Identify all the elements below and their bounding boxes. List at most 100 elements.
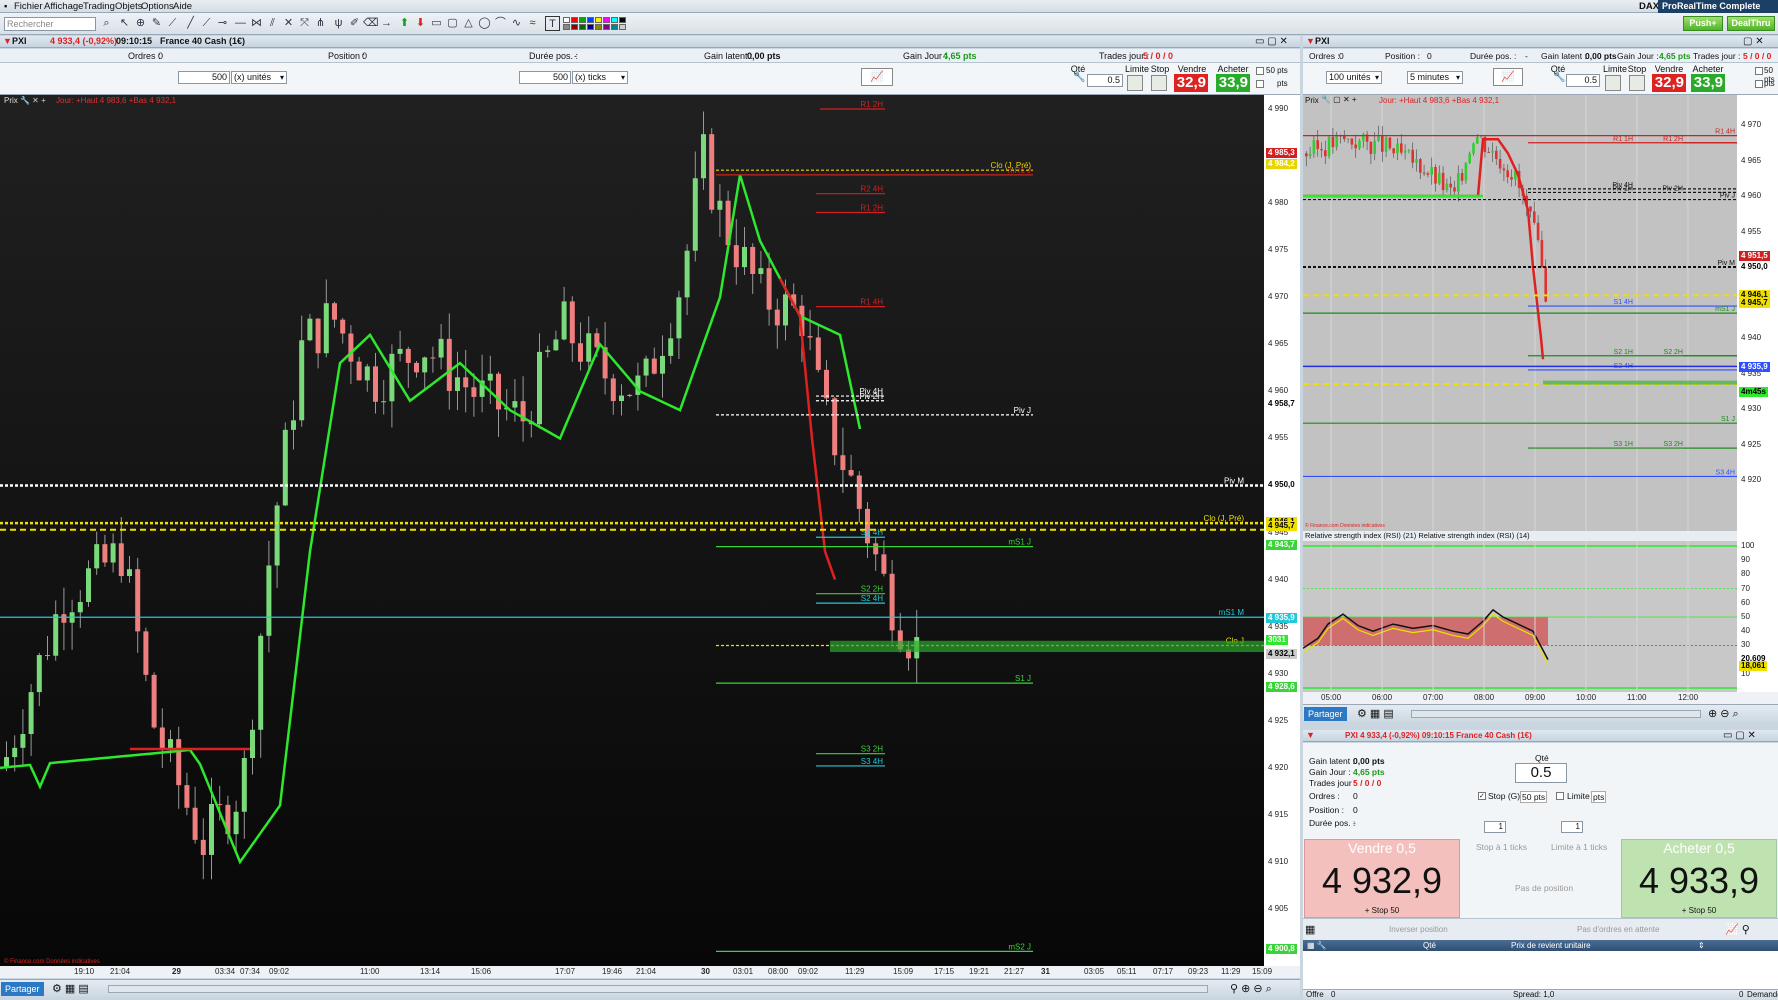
pitchfork-icon[interactable]: ψ (331, 16, 346, 31)
ticket-qte-input[interactable]: 0.5 (1515, 763, 1567, 783)
left-unit2-select[interactable]: (x) ticks (572, 71, 628, 84)
ticket-sell-box[interactable]: Vendre 0,5 4 932,9 + Stop 50 (1304, 839, 1460, 918)
right-stop-button[interactable] (1629, 75, 1645, 91)
color-red-swatch[interactable] (571, 17, 578, 23)
ticket-step2-input[interactable]: 1 (1561, 821, 1583, 833)
left-buy-button[interactable]: 33,9 (1216, 74, 1250, 92)
color-grey-swatch[interactable] (563, 24, 570, 30)
arc-icon[interactable]: ⌒ (493, 16, 508, 31)
right-price-chart-svg[interactable]: R1 4HR1 1H R1 2HPiv 4HPiv 1H Piv 2HPiv JPi… (1303, 95, 1737, 531)
gann-icon[interactable]: ✕ (281, 16, 296, 31)
right-x-axis[interactable]: 05:00 06:00 07:00 08:00 09:00 10:00 11:00 12:00 (1303, 692, 1778, 704)
color-yellow-swatch[interactable] (595, 17, 602, 23)
right-qte-input[interactable]: 0.5 (1566, 74, 1600, 87)
right-window-controls[interactable]: ▢ ✕ (1743, 36, 1764, 47)
arrow-right-icon[interactable]: → (379, 16, 394, 31)
color-cyan-swatch[interactable] (611, 17, 618, 23)
left-scrollbar[interactable] (108, 985, 1208, 993)
left-unit1-select[interactable]: (x) unités (231, 71, 287, 84)
curve-icon[interactable]: ∿ (509, 16, 524, 31)
ticket-limite-ticks[interactable]: Limite à 1 ticks (1551, 842, 1607, 852)
ticket-sell-price[interactable]: 4 932,9 (1305, 860, 1459, 902)
ticket-stop-checkbox[interactable]: ✓ (1478, 792, 1486, 800)
color-purple-swatch[interactable] (603, 24, 610, 30)
hline-icon[interactable]: ⊸ (215, 16, 230, 31)
menu-options[interactable]: Options (141, 1, 174, 12)
left-qte-input[interactable]: 0.5 (1087, 74, 1123, 87)
ticket-step1-input[interactable]: 1 (1484, 821, 1506, 833)
ticket-chart-icons[interactable]: 📈 ⚲ (1725, 923, 1750, 936)
left-qty2-input[interactable]: 500 (519, 71, 571, 84)
horizontal-line-icon[interactable]: — (233, 16, 248, 31)
left-chart[interactable]: R1 2H mR1 J R2 4H Clo (J, Pré) R1 2H R1 4H Piv… (0, 95, 1264, 966)
left-pts-checkbox[interactable] (1256, 80, 1264, 88)
color-green-swatch[interactable] (579, 17, 586, 23)
color-darkgreen-swatch[interactable] (579, 24, 586, 30)
menu-affichage[interactable]: Affichage (44, 1, 83, 12)
right-symbol[interactable]: PXI (1315, 36, 1330, 47)
menu-fichier[interactable]: Fichier (14, 1, 43, 12)
rect-tool-icon[interactable]: ▢ (445, 16, 460, 31)
cross-icon[interactable]: ⤧ (297, 16, 312, 31)
line-icon[interactable]: ╱ (183, 16, 198, 31)
color-black-swatch[interactable] (619, 17, 626, 23)
ticket-buy-price[interactable]: 4 933,9 (1622, 860, 1776, 902)
left-limite-button[interactable] (1127, 75, 1143, 91)
left-qty1-input[interactable]: 500 (178, 71, 230, 84)
menu-aide[interactable]: Aide (173, 1, 192, 12)
left-window-controls[interactable]: ▭ ▢ ✕ (1255, 36, 1288, 47)
trendline-icon[interactable]: ⟋ (199, 16, 214, 31)
ticket-stop-pts-input[interactable]: 50 pts (1520, 791, 1548, 803)
right-legend-icons[interactable]: 🔧 ▢ ✕ + (1321, 95, 1357, 104)
search-icon[interactable]: ⌕ (99, 16, 114, 31)
arrow-down-icon[interactable]: ⬇ (413, 16, 428, 31)
color-blue-swatch[interactable] (587, 17, 594, 23)
right-partager-button[interactable]: Partager (1304, 707, 1347, 721)
right-chart-type-icon[interactable]: 📈 (1493, 68, 1523, 86)
left-wrench-icon[interactable]: 🔧 (1073, 72, 1086, 85)
search-input[interactable]: Rechercher (4, 17, 96, 31)
fibo-icon[interactable]: ⋈ (249, 16, 264, 31)
color-darkred-swatch[interactable] (571, 24, 578, 30)
right-scrollbar[interactable] (1411, 710, 1701, 718)
color-magenta-swatch[interactable] (603, 17, 610, 23)
ticket-stop-ticks[interactable]: Stop à 1 ticks (1476, 842, 1527, 852)
ticket-buy-box[interactable]: Acheter 0,5 4 933,9 + Stop 50 (1621, 839, 1777, 918)
ticket-window-controls[interactable]: ▭ ▢ ✕ (1723, 730, 1756, 741)
positions-sort-icon[interactable]: ⇕ (1698, 940, 1705, 951)
triangle-icon[interactable]: △ (461, 16, 476, 31)
right-zoom-icons[interactable]: ⊕ ⊖ ⌕ (1708, 707, 1739, 721)
positions-icons[interactable]: ▦ 🔧 (1307, 940, 1327, 951)
left-stop-button[interactable] (1151, 75, 1167, 91)
left-chart-type-icon[interactable]: 📈 (861, 68, 893, 86)
right-sell-button[interactable]: 32,9 (1652, 74, 1686, 92)
pencil-icon[interactable]: ✎ (149, 16, 164, 31)
rsi-y-axis[interactable]: 10090807060504030201020,60918,061 (1737, 531, 1778, 692)
left-50pts-checkbox[interactable] (1256, 67, 1264, 75)
dealthru-button[interactable]: DealThru (1727, 16, 1775, 31)
color-olive-swatch[interactable] (595, 24, 602, 30)
right-limite-button[interactable] (1605, 75, 1621, 91)
fan-icon[interactable]: ⋔ (313, 16, 328, 31)
brush-icon[interactable]: ✐ (347, 16, 362, 31)
menu-trading[interactable]: Trading (83, 1, 115, 12)
color-white-swatch[interactable] (563, 17, 570, 23)
text-tool-icon[interactable]: T (545, 16, 560, 31)
left-x-axis[interactable]: 19:10 21:04 29 03:34 07:34 09:02 11:00 13:14 15:… (0, 966, 1300, 978)
left-sell-button[interactable]: 32,9 (1174, 74, 1208, 92)
right-y-axis[interactable]: 4 9704 9654 9604 9554 9504 9454 9404 935… (1737, 95, 1778, 531)
ruler-icon[interactable]: ⟋ (165, 16, 180, 31)
left-zoom-icons[interactable]: ⚲ ⊕ ⊖ ⌕ (1230, 982, 1272, 996)
rectangle-icon[interactable]: ▭ (429, 16, 444, 31)
right-status-icons[interactable]: ⚙ ▦ ▤ (1357, 707, 1394, 720)
color-navy-swatch[interactable] (587, 24, 594, 30)
left-symbol[interactable]: PXI (12, 36, 27, 47)
menu-objets[interactable]: Objets (115, 1, 142, 12)
left-price-chart-svg[interactable]: R1 2HmR1 JR2 4HClo (J, Pré)R1 2HR1 4HPiv… (0, 95, 1264, 966)
left-y-axis[interactable]: 4 9904 9854 9804 9754 9704 9654 9604 955… (1264, 95, 1300, 966)
color-teal-swatch[interactable] (611, 24, 618, 30)
ellipse-icon[interactable]: ◯ (477, 16, 492, 31)
right-period-select[interactable]: 5 minutes (1407, 71, 1463, 84)
rsi-panel[interactable] (1303, 541, 1737, 692)
zoom-icon[interactable]: ⊕ (133, 16, 148, 31)
